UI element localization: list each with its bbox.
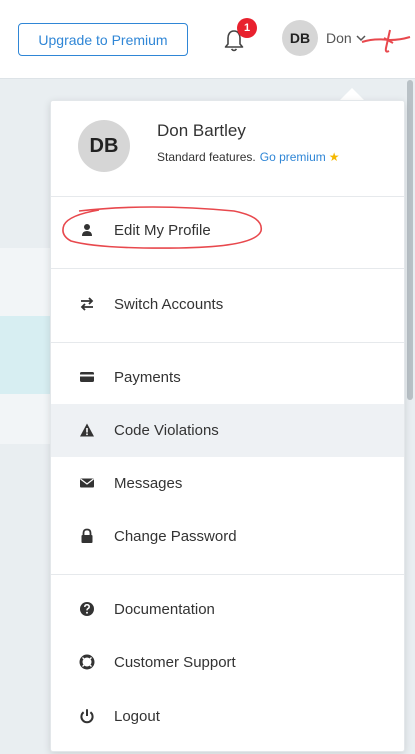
switch-arrows-icon xyxy=(80,297,94,311)
background-panel xyxy=(0,78,50,248)
menu-item-label: Messages xyxy=(114,475,183,492)
warning-icon xyxy=(80,423,94,437)
avatar: DB xyxy=(282,20,318,56)
menu-item-label: Code Violations xyxy=(114,422,219,439)
menu-divider xyxy=(51,268,404,269)
background-panel xyxy=(0,444,50,754)
annotation-circle xyxy=(62,206,263,249)
user-menu-toggle[interactable]: DB Don xyxy=(282,20,366,56)
upgrade-to-premium-button[interactable]: Upgrade to Premium xyxy=(18,23,188,56)
menu-divider xyxy=(51,574,404,575)
profile-header: DB Don Bartley Standard features. Go prem… xyxy=(51,101,404,197)
background-row xyxy=(0,394,50,444)
menu-item-customer-support[interactable]: Customer Support xyxy=(51,636,404,689)
dropdown-caret xyxy=(340,88,364,100)
annotation-checkmark xyxy=(361,29,411,53)
menu-item-payments[interactable]: Payments xyxy=(51,351,404,404)
menu-item-label: Switch Accounts xyxy=(114,296,224,313)
lock-icon xyxy=(81,528,93,543)
menu-item-switch-accounts[interactable]: Switch Accounts xyxy=(51,278,404,331)
menu-item-documentation[interactable]: Documentation xyxy=(51,583,404,636)
star-icon: ★ xyxy=(328,150,340,164)
page-scrollbar[interactable] xyxy=(407,80,413,400)
plan-text: Standard features. xyxy=(157,150,256,164)
top-navigation-bar: Upgrade to Premium 1 DB Don xyxy=(0,0,415,79)
menu-item-logout[interactable]: Logout xyxy=(51,690,404,743)
plan-description: Standard features. Go premium ★ xyxy=(157,150,340,164)
menu-divider xyxy=(51,342,404,343)
background-row xyxy=(0,248,50,316)
avatar: DB xyxy=(78,120,130,172)
menu-item-label: Change Password xyxy=(114,528,237,545)
profile-full-name: Don Bartley xyxy=(157,121,246,140)
user-dropdown-menu: DB Don Bartley Standard features. Go prem… xyxy=(50,100,405,752)
credit-card-icon xyxy=(80,372,94,382)
menu-item-change-password[interactable]: Change Password xyxy=(51,510,404,563)
notification-count-badge: 1 xyxy=(237,18,257,38)
menu-item-label: Documentation xyxy=(114,601,215,618)
user-short-name: Don xyxy=(326,30,352,46)
menu-item-code-violations[interactable]: Code Violations xyxy=(51,404,404,457)
lifebuoy-icon xyxy=(79,654,95,670)
background-row-highlight xyxy=(0,316,50,394)
menu-item-label: Customer Support xyxy=(114,654,236,671)
menu-item-label: Logout xyxy=(114,708,160,725)
menu-item-messages[interactable]: Messages xyxy=(51,457,404,510)
go-premium-link[interactable]: Go premium xyxy=(260,150,326,164)
envelope-icon xyxy=(80,478,94,488)
menu-item-label: Payments xyxy=(114,369,181,386)
power-icon xyxy=(80,709,94,724)
question-circle-icon xyxy=(80,602,94,616)
